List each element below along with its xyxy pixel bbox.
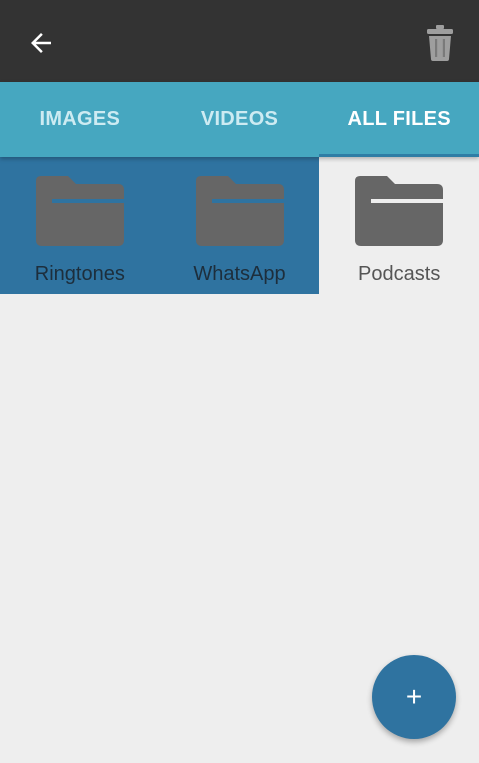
trash-icon	[427, 25, 453, 61]
delete-button[interactable]	[417, 20, 463, 66]
folder-item-whatsapp[interactable]: WhatsApp	[159, 157, 320, 294]
folder-name: Ringtones	[34, 263, 125, 285]
folder-name: Podcasts	[358, 263, 441, 285]
arrow-left-icon	[31, 33, 51, 53]
folder-grid: Ringtones WhatsApp Podcasts	[0, 157, 479, 294]
tab-bar: IMAGES VIDEOS ALL FILES	[0, 82, 479, 157]
folder-item-ringtones[interactable]: Ringtones	[0, 157, 160, 294]
tab-videos[interactable]: VIDEOS	[160, 82, 320, 157]
back-button[interactable]	[18, 20, 64, 66]
folder-icon	[355, 176, 444, 246]
tab-images[interactable]: IMAGES	[0, 82, 160, 157]
add-button[interactable]: +	[372, 655, 456, 739]
folder-item-podcasts[interactable]: Podcasts	[319, 157, 479, 294]
folder-icon	[195, 176, 284, 246]
folder-icon	[35, 176, 124, 246]
tab-all-files[interactable]: ALL FILES	[319, 82, 479, 157]
plus-icon: +	[405, 681, 423, 712]
folder-name: WhatsApp	[193, 263, 286, 285]
top-app-bar	[0, 0, 479, 82]
